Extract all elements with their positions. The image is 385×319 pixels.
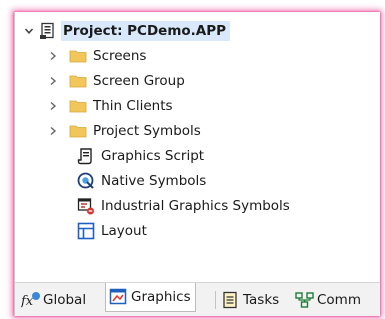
- tab-label: Comm: [317, 291, 361, 308]
- tree-item-screen-group[interactable]: Screen Group: [45, 69, 185, 93]
- folder-icon: [69, 97, 87, 115]
- tree-item-thin-clients[interactable]: Thin Clients: [45, 94, 173, 118]
- tree-item-label: Screen Group: [93, 73, 185, 89]
- comm-icon: [295, 291, 314, 309]
- tab-graphics[interactable]: Graphics: [105, 283, 196, 312]
- tab-label: Tasks: [243, 291, 280, 308]
- tab-label: Graphics: [131, 289, 191, 305]
- tree-item-label: Graphics Script: [101, 148, 205, 164]
- tab-comm[interactable]: Comm: [295, 287, 361, 312]
- tree-item-graphics-script[interactable]: Graphics Script: [77, 144, 204, 168]
- project-explorer-panel: Project: PCDemo.APP Screens Screen Group: [14, 12, 380, 316]
- explorer-tab-strip: fx Global Graphics Tasks Comm: [15, 282, 380, 316]
- chevron-right-icon[interactable]: [45, 94, 61, 118]
- native-symbols-icon: [77, 172, 95, 190]
- tree-item-label: Screens: [93, 48, 147, 64]
- tree-item-layout[interactable]: Layout: [77, 219, 147, 243]
- tree-item-label: Layout: [101, 223, 147, 239]
- project-icon: [39, 22, 57, 40]
- tab-global[interactable]: fx Global: [20, 287, 87, 312]
- tree-item-label: Industrial Graphics Symbols: [101, 198, 290, 214]
- script-icon: [77, 147, 95, 165]
- tree-item-label: Project Symbols: [93, 123, 201, 139]
- chevron-down-icon[interactable]: [21, 19, 37, 43]
- svg-text:fx: fx: [21, 294, 34, 309]
- chevron-right-icon[interactable]: [45, 69, 61, 93]
- folder-icon: [69, 122, 87, 140]
- tree-item-screens[interactable]: Screens: [45, 44, 146, 68]
- tab-tasks[interactable]: Tasks: [221, 287, 279, 312]
- layout-icon: [77, 222, 95, 240]
- folder-icon: [69, 47, 87, 65]
- tasks-icon: [221, 291, 239, 309]
- global-fx-icon: fx: [20, 291, 40, 309]
- chevron-right-icon[interactable]: [45, 44, 61, 68]
- tab-separator: [215, 291, 216, 309]
- folder-icon: [69, 72, 87, 90]
- tree-item-label: Native Symbols: [101, 173, 207, 189]
- tree-item-native-symbols[interactable]: Native Symbols: [77, 169, 206, 193]
- project-tree: Project: PCDemo.APP Screens Screen Group: [15, 12, 380, 278]
- tree-root-label: Project: PCDemo.APP: [61, 21, 231, 41]
- tab-label: Global: [43, 291, 87, 308]
- industrial-graphics-icon: [77, 197, 95, 215]
- chevron-right-icon[interactable]: [45, 119, 61, 143]
- graphics-icon: [109, 288, 127, 306]
- tree-item-project-symbols[interactable]: Project Symbols: [45, 119, 201, 143]
- tree-item-industrial-graphics-symbols[interactable]: Industrial Graphics Symbols: [77, 194, 290, 218]
- tree-root-project[interactable]: Project: PCDemo.APP: [21, 19, 231, 43]
- tree-item-label: Thin Clients: [93, 98, 173, 114]
